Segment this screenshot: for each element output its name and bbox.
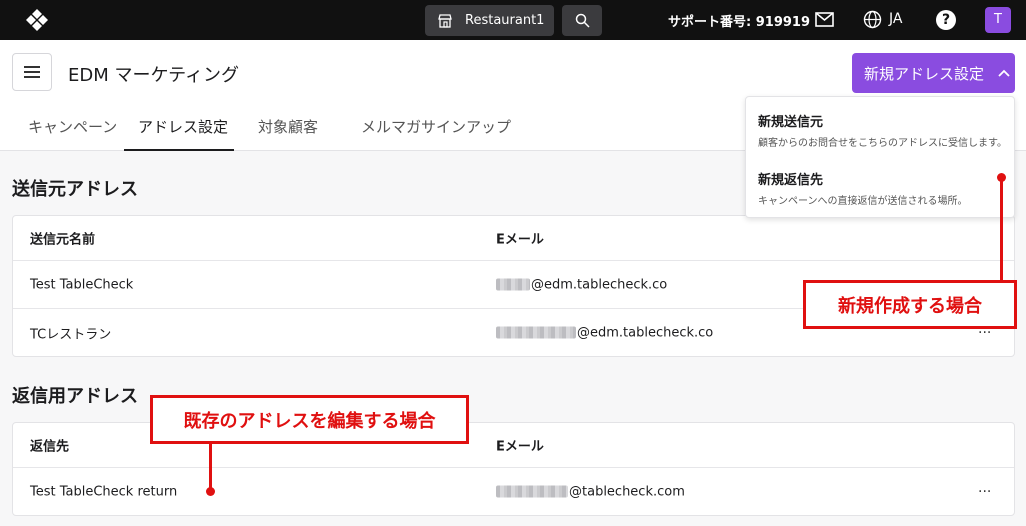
help-icon[interactable]: ? [936,10,956,30]
sender-email: @edm.tablecheck.co [496,325,713,340]
annotation-edit-callout: 既存のアドレスを編集する場合 [150,395,469,444]
annotation-dot [206,487,215,496]
globe-icon[interactable] [863,10,882,29]
column-header-email: Eメール [496,232,544,248]
venue-selector[interactable]: Restaurant1 [425,5,554,36]
table-row[interactable]: Test TableCheck return @tablecheck.com ·… [13,467,1014,515]
email-domain: @edm.tablecheck.co [577,325,714,340]
language-selector[interactable]: JA [889,11,902,27]
dropdown-item-description: 顧客からのお問合せをこちらのアドレスに受信します。 [758,138,1007,149]
table-header: 送信元名前 Eメール [13,216,1014,260]
email-domain: @tablecheck.com [569,484,685,499]
column-header-name: 送信元名前 [30,232,96,248]
tab-newsletter-signup[interactable]: メルマガサインアップ [361,116,511,151]
new-address-button[interactable]: 新規アドレス設定 [852,53,1015,93]
sender-name: TCレストラン [30,327,112,342]
mail-icon[interactable] [815,12,834,27]
tab-address-settings[interactable]: アドレス設定 [124,116,234,151]
top-bar: Restaurant1 サポート番号: 919919 JA ? T [0,0,1026,40]
search-button[interactable] [562,5,602,36]
menu-button[interactable] [12,53,52,91]
page-title: EDM マーケティング [68,65,240,86]
venue-name: Restaurant1 [465,13,545,28]
annotation-line [209,444,212,490]
avatar[interactable]: T [985,7,1011,33]
sender-section-title: 送信元アドレス [12,179,138,200]
dropdown-item-new-sender[interactable]: 新規送信元 顧客からのお問合せをこちらのアドレスに受信します。 [758,111,1007,149]
annotation-line [1000,178,1003,280]
sender-email: @edm.tablecheck.co [496,277,667,292]
reply-email: @tablecheck.com [496,484,685,499]
dropdown-item-title: 新規返信先 [758,173,824,188]
reply-section-title: 返信用アドレス [12,386,138,407]
support-number: サポート番号: 919919 [668,15,810,30]
redacted-text [496,485,568,498]
column-header-email: Eメール [496,439,544,455]
search-icon [575,13,590,28]
tablecheck-logo-icon[interactable] [24,8,50,32]
dropdown-item-description: キャンペーンへの直接返信が送信される場所。 [758,196,968,207]
email-domain: @edm.tablecheck.co [531,277,668,292]
column-header-name: 返信先 [30,439,70,455]
dropdown-item-title: 新規送信元 [758,115,824,130]
tab-target-customers[interactable]: 対象顧客 [258,116,318,151]
store-icon [438,13,452,28]
chevron-up-icon [998,69,1010,77]
reply-name: Test TableCheck return [30,484,178,499]
sender-name: Test TableCheck [30,277,134,292]
annotation-new-callout: 新規作成する場合 [803,280,1017,329]
new-address-label: 新規アドレス設定 [864,64,985,83]
hamburger-icon [24,66,40,78]
redacted-text [496,278,530,291]
dropdown-item-new-reply[interactable]: 新規返信先 キャンペーンへの直接返信が送信される場所。 [758,169,968,207]
tab-campaign[interactable]: キャンペーン [28,116,117,151]
redacted-text [496,326,576,339]
row-menu-button[interactable]: ··· [978,484,991,500]
new-address-dropdown: 新規送信元 顧客からのお問合せをこちらのアドレスに受信します。 新規返信先 キャ… [745,96,1015,218]
